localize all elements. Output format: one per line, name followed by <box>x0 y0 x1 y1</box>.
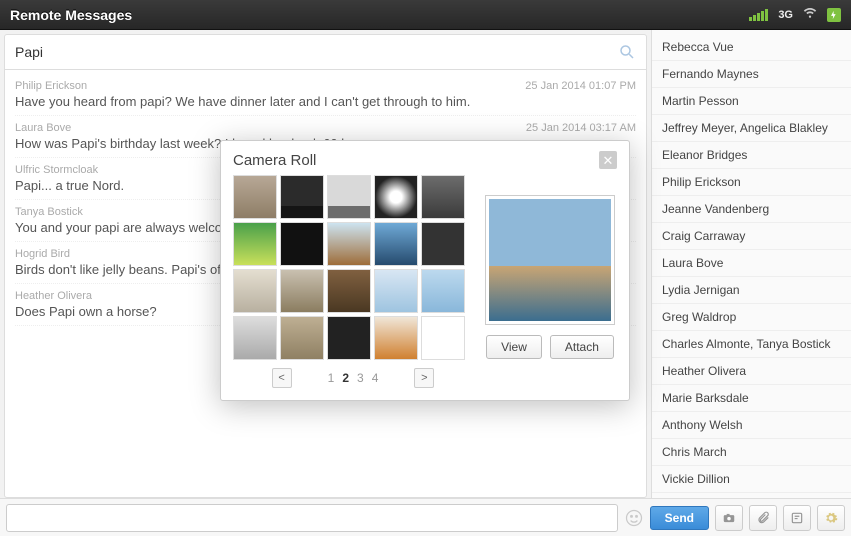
photo-thumb[interactable] <box>421 269 465 313</box>
photo-thumb[interactable] <box>374 316 418 360</box>
photo-thumb[interactable] <box>327 316 371 360</box>
page-number[interactable]: 3 <box>357 371 364 385</box>
photo-preview <box>485 195 615 325</box>
photo-thumb[interactable] <box>421 175 465 219</box>
settings-button[interactable] <box>817 505 845 531</box>
message-item[interactable]: Philip Erickson25 Jan 2014 01:07 PM Have… <box>15 74 636 116</box>
template-button[interactable] <box>783 505 811 531</box>
network-3g-label: 3G <box>778 9 793 21</box>
close-icon[interactable]: ✕ <box>599 151 617 169</box>
wifi-icon <box>803 5 817 24</box>
app-title: Remote Messages <box>10 7 132 23</box>
photo-thumb[interactable] <box>233 175 277 219</box>
battery-icon <box>827 8 841 22</box>
photo-thumb[interactable] <box>280 222 324 266</box>
camera-roll-modal: Camera Roll ✕ <box>220 140 630 401</box>
page-number[interactable]: 1 <box>328 371 335 385</box>
app-header: Remote Messages 3G <box>0 0 851 30</box>
photo-thumb[interactable] <box>280 316 324 360</box>
attach-file-button[interactable] <box>749 505 777 531</box>
emoji-icon[interactable] <box>624 508 644 528</box>
photo-thumb[interactable] <box>233 269 277 313</box>
view-button[interactable]: View <box>486 335 542 359</box>
message-body: Have you heard from papi? We have dinner… <box>15 94 636 109</box>
contact-item[interactable]: Martin Pesson <box>652 88 851 115</box>
message-sender: Philip Erickson <box>15 80 525 92</box>
video-thumb[interactable] <box>280 175 324 219</box>
photo-thumb[interactable] <box>374 269 418 313</box>
signal-icon <box>749 9 768 21</box>
contact-item[interactable]: Craig Carraway <box>652 223 851 250</box>
photo-thumb[interactable] <box>327 269 371 313</box>
video-thumb[interactable] <box>327 175 371 219</box>
modal-title: Camera Roll <box>233 152 599 169</box>
photo-thumb[interactable] <box>233 316 277 360</box>
pager: < 1 2 3 4 > <box>233 368 473 388</box>
contact-item[interactable]: Greg Waldrop <box>652 304 851 331</box>
attach-button[interactable]: Attach <box>550 335 614 359</box>
search-icon[interactable] <box>618 43 636 61</box>
photo-thumb[interactable] <box>280 269 324 313</box>
contact-item[interactable]: Jeffrey Meyer, Angelica Blakley <box>652 115 851 142</box>
contact-item[interactable]: Marie Barksdale <box>652 385 851 412</box>
contact-item[interactable]: Philip Erickson <box>652 169 851 196</box>
photo-thumb[interactable] <box>421 316 465 360</box>
thumbnail-grid: < 1 2 3 4 > <box>233 175 473 388</box>
contact-item[interactable]: Vickie Dillion <box>652 466 851 493</box>
contact-item[interactable]: Laura Bove <box>652 250 851 277</box>
page-number[interactable]: 4 <box>372 371 379 385</box>
contact-item[interactable]: Lydia Jernigan <box>652 277 851 304</box>
contact-item[interactable]: Anthony Welsh <box>652 412 851 439</box>
status-tray: 3G <box>749 5 841 24</box>
message-time: 25 Jan 2014 01:07 PM <box>525 80 636 92</box>
compose-bar: Send <box>0 498 851 536</box>
send-button[interactable]: Send <box>650 506 709 530</box>
preview-column: View Attach <box>483 175 617 388</box>
camera-button[interactable] <box>715 505 743 531</box>
photo-thumb[interactable] <box>374 175 418 219</box>
contact-item[interactable]: Rebecca Vue <box>652 34 851 61</box>
contact-item[interactable]: Heather Olivera <box>652 358 851 385</box>
page-prev-button[interactable]: < <box>272 368 292 388</box>
page-number-current[interactable]: 2 <box>342 371 349 385</box>
contact-item[interactable]: Fernando Maynes <box>652 61 851 88</box>
message-time: 25 Jan 2014 03:17 AM <box>526 122 636 134</box>
contacts-sidebar: Rebecca Vue Fernando Maynes Martin Pesso… <box>651 30 851 498</box>
photo-thumb[interactable] <box>421 222 465 266</box>
photo-thumb[interactable] <box>233 222 277 266</box>
contact-item[interactable]: Jeanne Vandenberg <box>652 196 851 223</box>
message-sender: Laura Bove <box>15 122 526 134</box>
contact-item[interactable]: Chris March <box>652 439 851 466</box>
contact-item[interactable]: Eleanor Bridges <box>652 142 851 169</box>
photo-thumb[interactable] <box>374 222 418 266</box>
conversation-header: Papi <box>5 35 646 70</box>
contact-item[interactable]: Charles Almonte, Tanya Bostick <box>652 331 851 358</box>
compose-input[interactable] <box>6 504 618 532</box>
conversation-title: Papi <box>15 44 618 60</box>
page-next-button[interactable]: > <box>414 368 434 388</box>
photo-thumb[interactable] <box>327 222 371 266</box>
